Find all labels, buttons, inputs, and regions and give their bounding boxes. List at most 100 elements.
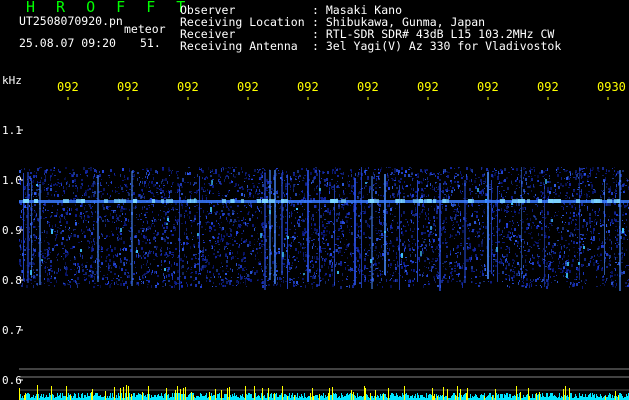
noise-speck (52, 173, 53, 175)
noise-speck (206, 176, 207, 178)
noise-speck (338, 251, 339, 254)
noise-speck (454, 177, 455, 179)
noise-speck (617, 242, 618, 243)
noise-speck (234, 241, 236, 242)
noise-speck (83, 266, 84, 267)
noise-speck (364, 275, 366, 278)
noise-speck (47, 258, 48, 260)
noise-speck (283, 263, 285, 265)
noise-speck (133, 174, 134, 176)
noise-speck (293, 189, 294, 192)
noise-speck (615, 286, 616, 288)
noise-speck (556, 169, 557, 171)
noise-speck (507, 247, 509, 249)
noise-speck (295, 237, 296, 239)
noise-speck (627, 239, 628, 240)
noise-speck (340, 173, 342, 174)
noise-speck (530, 233, 531, 235)
noise-speck (84, 215, 85, 217)
noise-speck (419, 274, 421, 276)
noise-speck (187, 203, 188, 206)
noise-speck (71, 208, 72, 211)
noise-speck (198, 242, 199, 245)
noise-speck (440, 174, 442, 175)
noise-speck (511, 167, 512, 168)
noise-speck (408, 244, 410, 247)
noise-speck (22, 270, 23, 273)
noise-speck (431, 244, 432, 245)
noise-speck (397, 265, 399, 267)
noise-speck (247, 274, 249, 277)
noise-speck (593, 189, 595, 190)
noise-speck (305, 285, 306, 288)
noise-speck (567, 247, 568, 248)
noise-speck (145, 236, 147, 239)
noise-speck (44, 257, 46, 259)
noise-speck (411, 168, 412, 169)
noise-speck (498, 174, 499, 176)
noise-speck (111, 280, 113, 281)
noise-speck (432, 189, 434, 190)
noise-speck (240, 224, 241, 225)
noise-speck (228, 190, 229, 193)
noise-speck (580, 234, 582, 235)
noise-speck (527, 223, 528, 225)
noise-speck (259, 261, 261, 263)
noise-speck (147, 170, 149, 172)
noise-speck (338, 215, 340, 216)
noise-speck (276, 192, 277, 194)
noise-speck (558, 232, 560, 233)
noise-speck (490, 204, 491, 205)
noise-speck (163, 273, 164, 276)
noise-speck (512, 216, 514, 217)
noise-speck (121, 268, 123, 271)
axis-unit-label: kHz (2, 74, 22, 87)
noise-speck (123, 283, 125, 286)
noise-speck (358, 268, 359, 271)
noise-speck (129, 245, 131, 247)
noise-speck (45, 209, 46, 211)
noise-speck (309, 269, 311, 271)
noise-speck (41, 265, 42, 266)
noise-speck (562, 227, 564, 230)
noise-speck (247, 223, 249, 224)
noise-speck (232, 285, 234, 286)
noise-speck (218, 174, 220, 177)
noise-speck (486, 168, 488, 171)
noise-speck (238, 264, 240, 266)
noise-speck (298, 261, 299, 262)
noise-speck (602, 194, 604, 195)
noise-speck (428, 214, 429, 215)
noise-speck (382, 271, 383, 272)
noise-speck (610, 222, 611, 224)
noise-speck (593, 264, 595, 266)
noise-speck (589, 249, 591, 250)
noise-speck (423, 285, 424, 288)
noise-speck (92, 248, 94, 251)
noise-speck (457, 245, 459, 248)
noise-speck (358, 226, 360, 227)
noise-speck (463, 263, 464, 264)
noise-speck (225, 203, 227, 204)
noise-speck (401, 232, 402, 234)
noise-speck (231, 257, 232, 260)
noise-speck (146, 212, 148, 213)
noise-speck (258, 262, 259, 265)
noise-speck (511, 181, 512, 184)
noise-speck (116, 214, 117, 217)
noise-speck (578, 183, 579, 186)
noise-speck (484, 211, 485, 214)
noise-speck (420, 246, 422, 247)
noise-speck (316, 270, 317, 272)
noise-speck (393, 196, 394, 198)
noise-speck (386, 236, 388, 237)
noise-speck (276, 222, 277, 223)
noise-speck (615, 226, 617, 227)
noise-speck (316, 168, 317, 169)
noise-speck (177, 283, 179, 284)
noise-speck (244, 242, 246, 243)
noise-speck (541, 234, 543, 236)
noise-speck (124, 257, 126, 260)
noise-speck (512, 184, 513, 185)
noise-speck (340, 247, 342, 249)
